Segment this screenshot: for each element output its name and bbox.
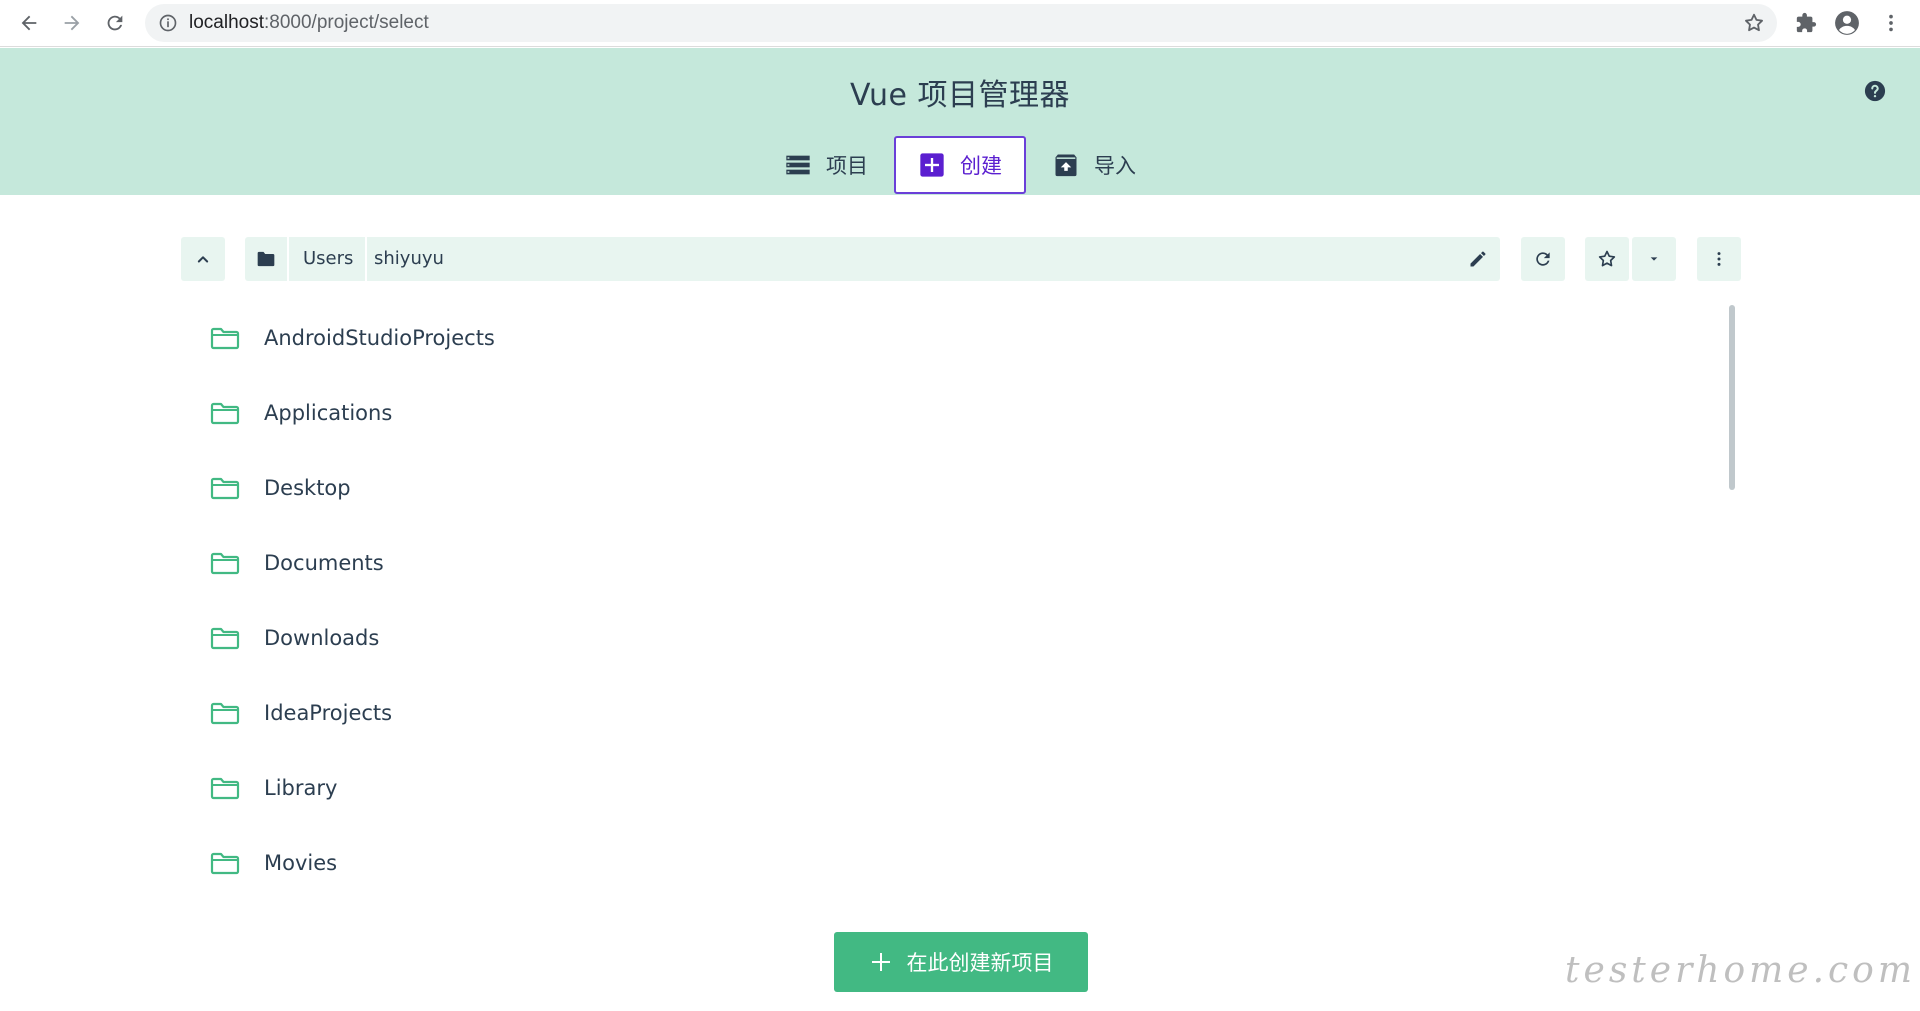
- url-text[interactable]: localhost:8000/project/select: [189, 4, 429, 42]
- arrow-left-icon: [21, 15, 37, 31]
- add-box-icon: [920, 153, 944, 177]
- more-options-button[interactable]: [1697, 237, 1741, 281]
- folder-outline-icon: [210, 327, 240, 349]
- browser-menu-button[interactable]: [1878, 10, 1904, 36]
- breadcrumb: Users shiyuyu: [245, 237, 1500, 281]
- edit-path-button[interactable]: [1456, 237, 1500, 281]
- folder-outline-icon: [210, 402, 240, 424]
- folder-item[interactable]: Applications: [200, 375, 1720, 450]
- create-project-here-button[interactable]: 在此创建新项目: [834, 932, 1088, 992]
- favorite-button[interactable]: [1585, 237, 1629, 281]
- tab-create-label: 创建: [960, 154, 1002, 178]
- folder-list-scrollbar[interactable]: [1729, 305, 1735, 490]
- folder-item[interactable]: AndroidStudioProjects: [200, 300, 1720, 375]
- folder-item-label: Documents: [264, 550, 384, 575]
- parent-folder-button[interactable]: [181, 237, 225, 281]
- more-vert-icon: [1717, 252, 1721, 266]
- folder-item-label: AndroidStudioProjects: [264, 325, 495, 350]
- extensions-button[interactable]: [1793, 10, 1819, 36]
- nav-tabs: 项目 创建 导入: [0, 136, 1920, 194]
- folder-item-label: Desktop: [264, 475, 351, 500]
- folder-item-label: Library: [264, 775, 338, 800]
- tab-create[interactable]: 创建: [894, 136, 1026, 194]
- reload-icon: [107, 15, 123, 31]
- back-button[interactable]: [14, 8, 44, 38]
- tab-import-label: 导入: [1094, 154, 1136, 178]
- unarchive-icon: [1055, 154, 1077, 177]
- refresh-icon: [1536, 252, 1550, 266]
- list-icon: [786, 155, 810, 175]
- folder-item-label: IdeaProjects: [264, 700, 393, 725]
- page-title: Vue 项目管理器: [850, 78, 1070, 113]
- plus-icon: [871, 953, 890, 971]
- chevron-up-icon: [197, 256, 209, 263]
- folder-item-label: Downloads: [264, 625, 380, 650]
- folder-outline-icon: [210, 627, 240, 649]
- forward-button[interactable]: [57, 8, 87, 38]
- folder-item[interactable]: Downloads: [200, 600, 1720, 675]
- browser-toolbar: localhost:8000/project/select: [0, 0, 1920, 47]
- bookmark-star-icon[interactable]: [1743, 12, 1765, 34]
- tab-projects[interactable]: 项目: [758, 136, 894, 194]
- profile-button[interactable]: [1834, 10, 1860, 36]
- folder-outline-icon: [210, 552, 240, 574]
- account-circle-icon: [1835, 11, 1859, 35]
- url-host: localhost: [189, 12, 264, 33]
- folder-outline-icon: [210, 702, 240, 724]
- more-vert-icon: [1889, 14, 1893, 32]
- folder-outline-icon: [210, 852, 240, 874]
- watermark: testerhome.com: [1565, 950, 1916, 991]
- address-bar[interactable]: localhost:8000/project/select: [145, 4, 1777, 42]
- folder-item[interactable]: IdeaProjects: [200, 675, 1720, 750]
- refresh-button[interactable]: [1521, 237, 1565, 281]
- folder-list: AndroidStudioProjects Applications Desktop…: [200, 300, 1720, 900]
- folder-item[interactable]: Desktop: [200, 450, 1720, 525]
- folder-item-label: Movies: [264, 850, 338, 875]
- help-icon[interactable]: [1864, 80, 1886, 102]
- star-outline-icon: [1598, 250, 1616, 267]
- folder-item[interactable]: Documents: [200, 525, 1720, 600]
- url-path: :8000/project/select: [264, 12, 429, 33]
- folder-filled-icon: [257, 251, 275, 267]
- folder-outline-icon: [210, 777, 240, 799]
- puzzle-icon: [1796, 12, 1817, 33]
- favorites-dropdown-button[interactable]: [1632, 237, 1676, 281]
- folder-item[interactable]: Library: [200, 750, 1720, 825]
- reload-button[interactable]: [100, 8, 130, 38]
- folder-item-label: Applications: [264, 400, 393, 425]
- create-project-here-label: 在此创建新项目: [906, 951, 1054, 975]
- pencil-icon: [1470, 251, 1486, 267]
- app-header: Vue 项目管理器 项目 创建 导入: [0, 48, 1920, 195]
- root-folder-button[interactable]: [245, 237, 289, 281]
- info-icon[interactable]: [158, 13, 178, 33]
- folder-item[interactable]: Movies: [200, 825, 1720, 900]
- tab-projects-label: 项目: [826, 154, 868, 178]
- caret-down-icon: [1650, 257, 1658, 261]
- breadcrumb-segment-current[interactable]: shiyuyu: [362, 237, 456, 281]
- arrow-right-icon: [64, 15, 80, 31]
- breadcrumb-segment-users[interactable]: Users: [291, 237, 368, 281]
- tab-import[interactable]: 导入: [1026, 136, 1162, 194]
- folder-outline-icon: [210, 477, 240, 499]
